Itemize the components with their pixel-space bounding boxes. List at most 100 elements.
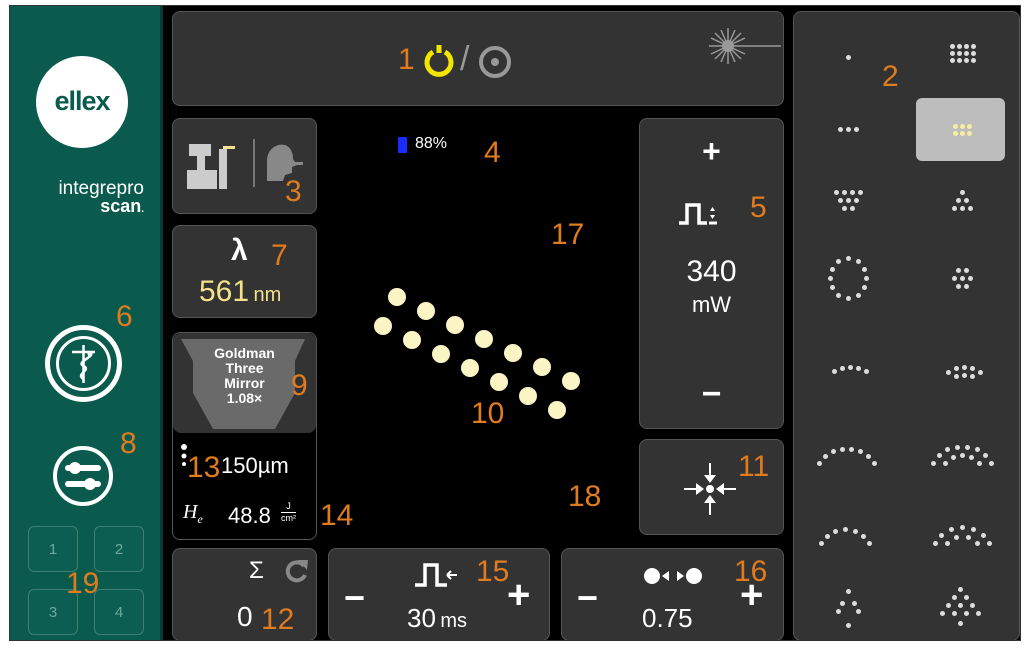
label-4: 4	[484, 136, 501, 169]
pattern-ring[interactable]	[814, 242, 884, 312]
power-value: 340	[686, 255, 737, 288]
pattern-dot	[856, 293, 861, 298]
pattern-line-3[interactable]	[814, 102, 884, 157]
pattern-double-arc[interactable]	[921, 427, 1001, 477]
pattern-dot	[951, 455, 956, 460]
fluence-value: 48.8	[228, 503, 271, 528]
spacing-increase-button[interactable]: +	[740, 573, 763, 618]
label-2: 2	[882, 60, 899, 93]
pattern-small-arc[interactable]	[814, 342, 884, 392]
fluence-sub: e	[197, 512, 203, 526]
label-7: 7	[271, 239, 288, 272]
pattern-dot	[968, 276, 973, 281]
duration-decrease-button[interactable]: −	[344, 577, 365, 619]
lens-card[interactable]: Goldman Three Mirror 1.08× 9	[173, 333, 316, 433]
pattern-dot	[949, 527, 954, 532]
pattern-dot	[945, 541, 950, 546]
label-6: 6	[116, 300, 133, 333]
pattern-hex-cluster[interactable]	[926, 252, 996, 307]
mode-divider: /	[460, 40, 470, 78]
pattern-arrow-large[interactable]	[926, 577, 996, 637]
fluence-unit: J cm²	[281, 501, 296, 524]
fluence-unit-den: cm²	[281, 513, 296, 523]
reset-counter-icon[interactable]	[284, 558, 310, 584]
power-decrease-button[interactable]: −	[640, 375, 783, 414]
pattern-dot	[864, 369, 869, 374]
fluence-h: H	[183, 501, 198, 523]
pattern-dot	[954, 374, 959, 379]
pattern-dot	[960, 453, 965, 458]
lens-panel[interactable]: Goldman Three Mirror 1.08× 9 13 150µm He…	[172, 332, 353, 540]
pattern-dot	[858, 449, 863, 454]
pattern-dot	[970, 374, 975, 379]
pattern-dot	[956, 198, 961, 203]
spot	[490, 373, 508, 391]
pattern-grid-3x2-selected[interactable]	[926, 100, 996, 160]
memory-button-1[interactable]: 1	[28, 526, 78, 572]
power-increase-button[interactable]: +	[640, 133, 783, 170]
pattern-dot	[856, 609, 861, 614]
pattern-dot	[836, 259, 841, 264]
pattern-dot	[867, 541, 872, 546]
logo-text: ellex	[54, 86, 110, 116]
pattern-dot	[840, 447, 845, 452]
compress-arrows-icon	[684, 463, 736, 515]
pattern-arrow-small[interactable]	[814, 577, 884, 637]
pattern-triangle-up[interactable]	[926, 172, 996, 227]
pattern-dot	[825, 534, 830, 539]
pattern-dot	[989, 461, 994, 466]
spacing-decrease-button[interactable]: −	[577, 577, 598, 619]
memory-button-4[interactable]: 4	[94, 589, 144, 635]
duration-increase-button[interactable]: +	[507, 573, 530, 618]
standby-power-icon[interactable]	[423, 43, 455, 79]
pattern-dot	[846, 256, 851, 261]
pattern-arc[interactable]	[809, 427, 889, 477]
pattern-dot	[964, 595, 969, 600]
label-9: 9	[291, 369, 308, 402]
pattern-dot	[831, 449, 836, 454]
pattern-dot	[856, 259, 861, 264]
label-15: 15	[476, 555, 510, 588]
wavelength-panel[interactable]: λ 7 561 nm	[172, 225, 317, 318]
pattern-dot	[842, 190, 847, 195]
pattern-arc-wide[interactable]	[809, 507, 889, 557]
spot-size-value[interactable]: 150µm	[221, 453, 289, 479]
pattern-double-arc-wide[interactable]	[921, 507, 1001, 557]
pattern-dot	[967, 131, 972, 136]
treatment-mode-button[interactable]	[45, 325, 122, 402]
pulse-duration-icon	[415, 563, 457, 587]
pattern-dot	[952, 206, 957, 211]
memory-button-2[interactable]: 2	[94, 526, 144, 572]
pattern-dot	[830, 285, 835, 290]
pattern-dot	[846, 55, 851, 60]
pattern-dot	[957, 44, 962, 49]
settings-button[interactable]	[53, 446, 113, 506]
center-pattern-button[interactable]: 11	[639, 439, 784, 535]
pattern-double-arc-small[interactable]	[926, 342, 996, 392]
pattern-triangle-down[interactable]	[814, 172, 884, 227]
pattern-dot	[834, 190, 839, 195]
spot	[388, 288, 406, 306]
pattern-dot	[819, 541, 824, 546]
ready-target-icon[interactable]	[478, 45, 512, 79]
pattern-dot	[846, 623, 851, 628]
duration-value: 30	[407, 603, 436, 633]
pattern-dot	[836, 293, 841, 298]
label-13: 13	[187, 451, 221, 484]
spot	[504, 344, 522, 362]
pattern-dot	[956, 268, 961, 273]
sidebar-divider	[160, 6, 163, 640]
pattern-dot	[950, 44, 955, 49]
pattern-dot	[852, 601, 857, 606]
pattern-dot	[958, 587, 963, 592]
wavelength-unit: nm	[253, 284, 282, 306]
pattern-dot	[964, 198, 969, 203]
pattern-single[interactable]	[814, 32, 884, 87]
pattern-dot	[983, 453, 988, 458]
lambda-symbol: λ	[231, 234, 248, 267]
pattern-grid-4x4[interactable]	[926, 26, 996, 86]
pattern-dot	[977, 461, 982, 466]
delivery-mode-panel[interactable]: 3	[172, 118, 317, 214]
pattern-dot	[960, 206, 965, 211]
pattern-dot	[971, 51, 976, 56]
